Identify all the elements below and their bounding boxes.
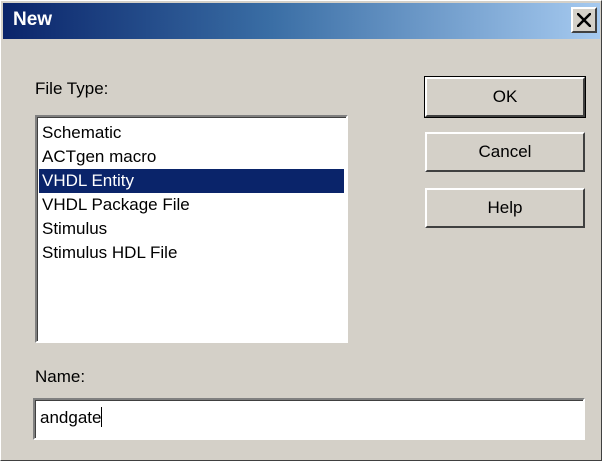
close-button[interactable] [571,7,597,33]
file-type-listbox[interactable]: Schematic ACTgen macro VHDL Entity VHDL … [35,115,348,343]
list-item-actgen-macro[interactable]: ACTgen macro [39,145,344,169]
new-dialog: New File Type: Schematic ACTgen macro VH… [0,0,602,461]
list-item-stimulus[interactable]: Stimulus [39,217,344,241]
name-label: Name: [35,367,86,386]
cancel-button[interactable]: Cancel [425,132,585,172]
list-item-vhdl-entity[interactable]: VHDL Entity [39,169,344,193]
list-item-stimulus-hdl-file[interactable]: Stimulus HDL File [39,241,344,265]
name-input-value: andgate [40,408,102,427]
file-type-label: File Type: [35,79,109,98]
name-input[interactable]: andgate [33,398,585,440]
list-item-schematic[interactable]: Schematic [39,121,344,145]
text-caret [101,407,103,427]
title-bar[interactable]: New [3,3,600,39]
list-item-vhdl-package-file[interactable]: VHDL Package File [39,193,344,217]
window-title: New [13,9,53,30]
help-button[interactable]: Help [425,188,585,228]
ok-button[interactable]: OK [424,76,586,118]
